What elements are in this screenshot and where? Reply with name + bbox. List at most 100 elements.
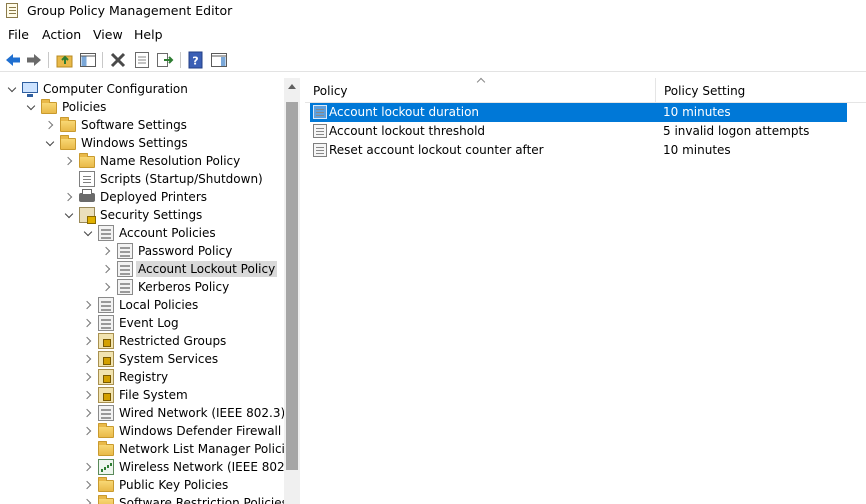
tree-item[interactable]: Account Lockout Policy [0, 260, 284, 278]
policy-value: 5 invalid logon attempts [663, 124, 810, 138]
details-pane: Policy Policy Setting Account lockout du… [305, 77, 866, 504]
policy-icon [117, 261, 133, 277]
menu-bar: File Action View Help [0, 25, 866, 45]
column-header-policy-label: Policy [313, 84, 348, 98]
tree-item-label: Security Settings [100, 208, 203, 222]
tree-item-label: Password Policy [138, 244, 233, 258]
tree-item[interactable]: Registry [0, 368, 284, 386]
tree-scrollbar[interactable] [284, 78, 300, 504]
tree-item[interactable]: Account Policies [0, 224, 284, 242]
chevron-right-icon[interactable] [84, 335, 94, 347]
column-header-setting-label: Policy Setting [664, 84, 746, 98]
chevron-right-icon[interactable] [65, 155, 75, 167]
menu-view[interactable]: View [93, 27, 123, 42]
tree-item[interactable]: Public Key Policies [0, 476, 284, 494]
tree-item[interactable]: Kerberos Policy [0, 278, 284, 296]
tree-item[interactable]: Deployed Printers [0, 188, 284, 206]
tree-item[interactable]: Security Settings [0, 206, 284, 224]
console-tree[interactable]: Computer Configuration Policies Software S… [0, 78, 300, 504]
properties-icon[interactable] [133, 51, 151, 69]
chevron-right-icon[interactable] [84, 479, 94, 491]
tree-item[interactable]: Local Policies [0, 296, 284, 314]
tree-item[interactable]: Software Restriction Policies [0, 494, 288, 504]
tree-item[interactable]: Windows Defender Firewall wit [0, 422, 299, 440]
policy-name: Account lockout duration [329, 105, 480, 119]
tree-item[interactable]: Policies [0, 98, 284, 116]
tree-item-label: Windows Defender Firewall wit [119, 424, 300, 438]
help-icon[interactable]: ? [187, 51, 205, 69]
folder-icon [98, 477, 114, 492]
tree-item[interactable]: Name Resolution Policy [0, 152, 284, 170]
tree-item[interactable]: Event Log [0, 314, 284, 332]
show-action-pane-icon[interactable] [210, 51, 228, 69]
export-list-icon[interactable] [156, 51, 174, 69]
script-icon [79, 171, 95, 187]
policy-icon [98, 315, 114, 331]
back-icon[interactable] [4, 51, 22, 69]
tree-item-label: System Services [119, 352, 219, 366]
chevron-right-icon[interactable] [84, 371, 94, 383]
policy-row[interactable]: Reset account lockout counter after 10 m… [310, 141, 847, 160]
chevron-right-icon[interactable] [65, 191, 75, 203]
delete-icon[interactable] [109, 51, 127, 69]
chevron-right-icon[interactable] [84, 317, 94, 329]
list-header: Policy Policy Setting [305, 77, 866, 103]
forward-icon[interactable] [25, 51, 43, 69]
chevron-right-icon[interactable] [84, 425, 94, 437]
sort-ascending-icon [476, 77, 486, 87]
chevron-right-icon[interactable] [46, 119, 56, 131]
tree-item[interactable]: Computer Configuration [0, 80, 284, 98]
tree-item[interactable]: Restricted Groups [0, 332, 284, 350]
tree-item[interactable]: Password Policy [0, 242, 284, 260]
policy-name: Account lockout threshold [329, 124, 486, 138]
gpo-editor-app-icon [6, 3, 18, 18]
tree-item[interactable]: Wireless Network (IEEE 802.11) I [0, 458, 299, 476]
chevron-down-icon[interactable] [27, 101, 37, 113]
security-icon [79, 207, 96, 224]
tree-item[interactable]: File System [0, 386, 284, 404]
chevron-down-icon[interactable] [65, 209, 75, 221]
chevron-right-icon[interactable] [84, 353, 94, 365]
policy-value: 10 minutes [663, 105, 731, 119]
tree-item[interactable]: Windows Settings [0, 134, 284, 152]
chevron-right-icon[interactable] [84, 389, 94, 401]
tree-item[interactable]: Network List Manager Policies [0, 440, 299, 458]
tree-item[interactable]: Software Settings [0, 116, 284, 134]
tree-item[interactable]: System Services [0, 350, 284, 368]
policy-setting-icon [313, 105, 327, 119]
chevron-right-icon[interactable] [103, 245, 113, 257]
chevron-right-icon[interactable] [103, 263, 113, 275]
folder-icon [79, 153, 95, 168]
scroll-up-icon[interactable] [288, 84, 296, 89]
chevron-down-icon[interactable] [84, 227, 94, 239]
menu-help[interactable]: Help [134, 27, 163, 42]
policy-row[interactable]: Account lockout threshold 5 invalid logo… [310, 122, 847, 141]
tree-item[interactable]: Scripts (Startup/Shutdown) [0, 170, 284, 188]
tree-item[interactable]: Wired Network (IEEE 802.3) Poli [0, 404, 299, 422]
scrollbar-thumb[interactable] [286, 102, 298, 470]
column-header-policy[interactable]: Policy [305, 77, 656, 103]
policy-row[interactable]: Account lockout duration 10 minutes [310, 103, 847, 122]
column-header-policy-setting[interactable]: Policy Setting [656, 78, 866, 103]
toolbar-separator [102, 52, 103, 68]
policy-value: 10 minutes [663, 143, 731, 157]
policy-icon [117, 243, 133, 259]
chevron-right-icon[interactable] [84, 497, 94, 504]
show-hide-tree-icon[interactable] [79, 51, 97, 69]
lock-folder-icon [98, 369, 114, 385]
chevron-down-icon[interactable] [8, 83, 18, 95]
up-folder-icon[interactable] [56, 51, 74, 69]
folder-icon [60, 117, 76, 132]
chevron-right-icon[interactable] [103, 281, 113, 293]
menu-action[interactable]: Action [42, 27, 81, 42]
lock-folder-icon [98, 351, 114, 367]
chevron-right-icon[interactable] [84, 461, 94, 473]
folder-icon [98, 495, 114, 504]
lock-folder-icon [98, 333, 114, 349]
menu-file[interactable]: File [8, 27, 29, 42]
tree-item-label: Network List Manager Policies [119, 442, 299, 456]
tree-item-label: Name Resolution Policy [100, 154, 241, 168]
chevron-down-icon[interactable] [46, 137, 56, 149]
chevron-right-icon[interactable] [84, 299, 94, 311]
chevron-right-icon[interactable] [84, 407, 94, 419]
